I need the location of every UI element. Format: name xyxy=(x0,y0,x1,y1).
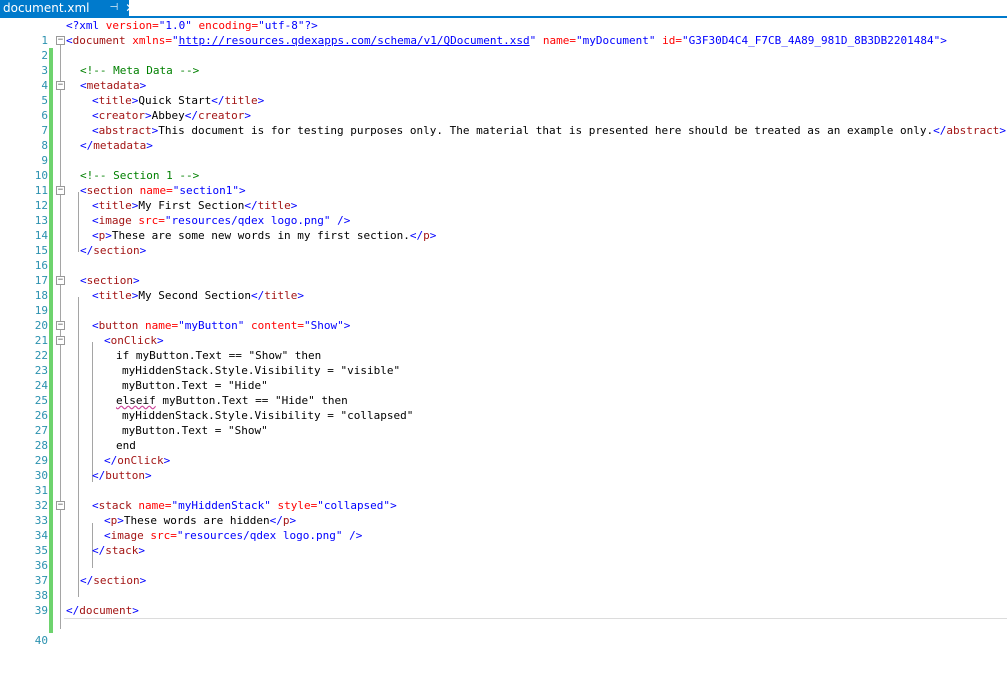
code-line: 31 </button> xyxy=(0,468,1007,513)
collapse-icon[interactable]: − xyxy=(56,36,65,45)
line-content: elseif myButton.Text == "Hide" then xyxy=(116,394,348,407)
code-line: 13 <title>My First Section</title> xyxy=(0,198,1007,243)
code-line: 39 xyxy=(0,588,1007,633)
line-content: end xyxy=(116,439,136,452)
code-line: 22 − <onClick> xyxy=(0,333,1007,378)
document-tab-strip: document.xml ⊣ ✕ xyxy=(0,0,1007,18)
pin-icon[interactable]: ⊣ xyxy=(109,0,118,16)
code-line: 28 myButton.Text = "Show" xyxy=(0,423,1007,468)
line-content: myButton.Text = "Show" xyxy=(122,424,268,437)
code-line: 2 − <document xmlns="http://resources.qd… xyxy=(0,33,1007,78)
code-line: 21 − <button name="myButton" content="Sh… xyxy=(0,318,1007,363)
code-line: 4 <!-- Meta Data --> xyxy=(0,63,1007,108)
line-content: </section> xyxy=(80,574,147,587)
code-line: 18 − <section> xyxy=(0,273,1007,318)
schema-link[interactable]: http://resources.qdexapps.com/schema/v1/… xyxy=(179,34,530,47)
line-content: <document xmlns="http://resources.qdexap… xyxy=(66,34,947,47)
code-line: 27 myHiddenStack.Style.Visibility = "col… xyxy=(0,408,1007,453)
code-line: 32 xyxy=(0,483,1007,528)
line-content: <abstract>This document is for testing p… xyxy=(92,124,1006,137)
code-line: 3 xyxy=(0,48,1007,93)
code-line: 34 <p>These words are hidden</p> xyxy=(0,513,1007,558)
code-line: 9 </metadata> xyxy=(0,138,1007,183)
code-line: 36 </stack> xyxy=(0,543,1007,588)
line-content: <?xml version="1.0" encoding="utf-8"?> xyxy=(66,19,318,32)
code-line: 14 <image src="resources/qdex logo.png" … xyxy=(0,213,1007,258)
line-content: myHiddenStack.Style.Visibility = "collap… xyxy=(122,409,414,422)
code-line: 19 <title>My Second Section</title> xyxy=(0,288,1007,333)
code-line: 1 <?xml version="1.0" encoding="utf-8"?> xyxy=(0,18,1007,63)
tab-title: document.xml xyxy=(3,1,90,15)
code-line: 11 <!-- Section 1 --> xyxy=(0,168,1007,213)
line-content: </button> xyxy=(92,469,152,482)
current-line-highlight xyxy=(64,603,1007,619)
code-line: 38 </section> xyxy=(0,573,1007,618)
collapse-icon[interactable]: − xyxy=(56,81,65,90)
line-number: 40 xyxy=(34,634,48,647)
line-content: <!-- Section 1 --> xyxy=(80,169,200,182)
line-content: myHiddenStack.Style.Visibility = "visibl… xyxy=(122,364,401,377)
line-content: if myButton.Text == "Show" then xyxy=(116,349,322,362)
code-line: 30 </onClick> xyxy=(0,453,1007,498)
line-content: <p>These are some new words in my first … xyxy=(92,229,437,242)
code-line: 6 <title>Quick Start</title> xyxy=(0,93,1007,138)
line-content: </stack> xyxy=(92,544,145,557)
line-content: <section name="section1"> xyxy=(80,184,246,197)
line-content: <stack name="myHiddenStack" style="colla… xyxy=(92,499,397,512)
collapse-icon[interactable]: − xyxy=(56,186,65,195)
code-line: 35 <image src="resources/qdex logo.png" … xyxy=(0,528,1007,573)
spelling-squiggle: elseif xyxy=(116,394,156,407)
code-line: 23 if myButton.Text == "Show" then xyxy=(0,348,1007,393)
line-content: <title>My Second Section</title> xyxy=(92,289,304,302)
line-content: <onClick> xyxy=(104,334,164,347)
collapse-icon[interactable]: − xyxy=(56,336,65,345)
change-marker xyxy=(49,618,53,633)
code-line: 33 − <stack name="myHiddenStack" style="… xyxy=(0,498,1007,543)
line-content: <metadata> xyxy=(80,79,147,92)
code-line: 37 xyxy=(0,558,1007,603)
line-content: <title>Quick Start</title> xyxy=(92,94,265,107)
line-content: <!-- Meta Data --> xyxy=(80,64,200,77)
code-line: 12 − <section name="section1"> xyxy=(0,183,1007,228)
line-content: <image src="resources/qdex logo.png" /> xyxy=(104,529,363,542)
code-line: 15 <p>These are some new words in my fir… xyxy=(0,228,1007,273)
code-line: 8 <abstract>This document is for testing… xyxy=(0,123,1007,168)
line-content: <image src="resources/qdex logo.png" /> xyxy=(92,214,351,227)
code-line: 20 xyxy=(0,303,1007,348)
code-line: 17 xyxy=(0,258,1007,303)
line-content: </onClick> xyxy=(104,454,171,467)
collapse-icon[interactable]: − xyxy=(56,501,65,510)
collapse-icon[interactable]: − xyxy=(56,321,65,330)
code-line: 7 <creator>Abbey</creator> xyxy=(0,108,1007,153)
line-content: </document> xyxy=(66,604,139,617)
code-line: 24 myHiddenStack.Style.Visibility = "vis… xyxy=(0,363,1007,408)
tab-document-xml[interactable]: document.xml ⊣ ✕ xyxy=(0,0,135,16)
code-line: 10 xyxy=(0,153,1007,198)
code-line: 26 elseif myButton.Text == "Hide" then xyxy=(0,393,1007,438)
line-content: </section> xyxy=(80,244,147,257)
close-icon[interactable]: ✕ xyxy=(125,0,135,16)
collapse-icon[interactable]: − xyxy=(56,276,65,285)
code-editor[interactable]: 1 <?xml version="1.0" encoding="utf-8"?>… xyxy=(0,18,1007,647)
line-content: myButton.Text = "Hide" xyxy=(122,379,268,392)
code-line: 29 end xyxy=(0,438,1007,483)
code-line: 25 myButton.Text = "Hide" xyxy=(0,378,1007,423)
line-content: <button name="myButton" content="Show"> xyxy=(92,319,351,332)
line-content: </metadata> xyxy=(80,139,153,152)
line-content: <p>These words are hidden</p> xyxy=(104,514,297,527)
current-code-line: 40 </document> xyxy=(0,603,1007,647)
line-content: <section> xyxy=(80,274,140,287)
line-content: <creator>Abbey</creator> xyxy=(92,109,251,122)
code-line: 5 − <metadata> xyxy=(0,78,1007,123)
code-line: 16 </section> xyxy=(0,243,1007,288)
line-content: <title>My First Section</title> xyxy=(92,199,298,212)
